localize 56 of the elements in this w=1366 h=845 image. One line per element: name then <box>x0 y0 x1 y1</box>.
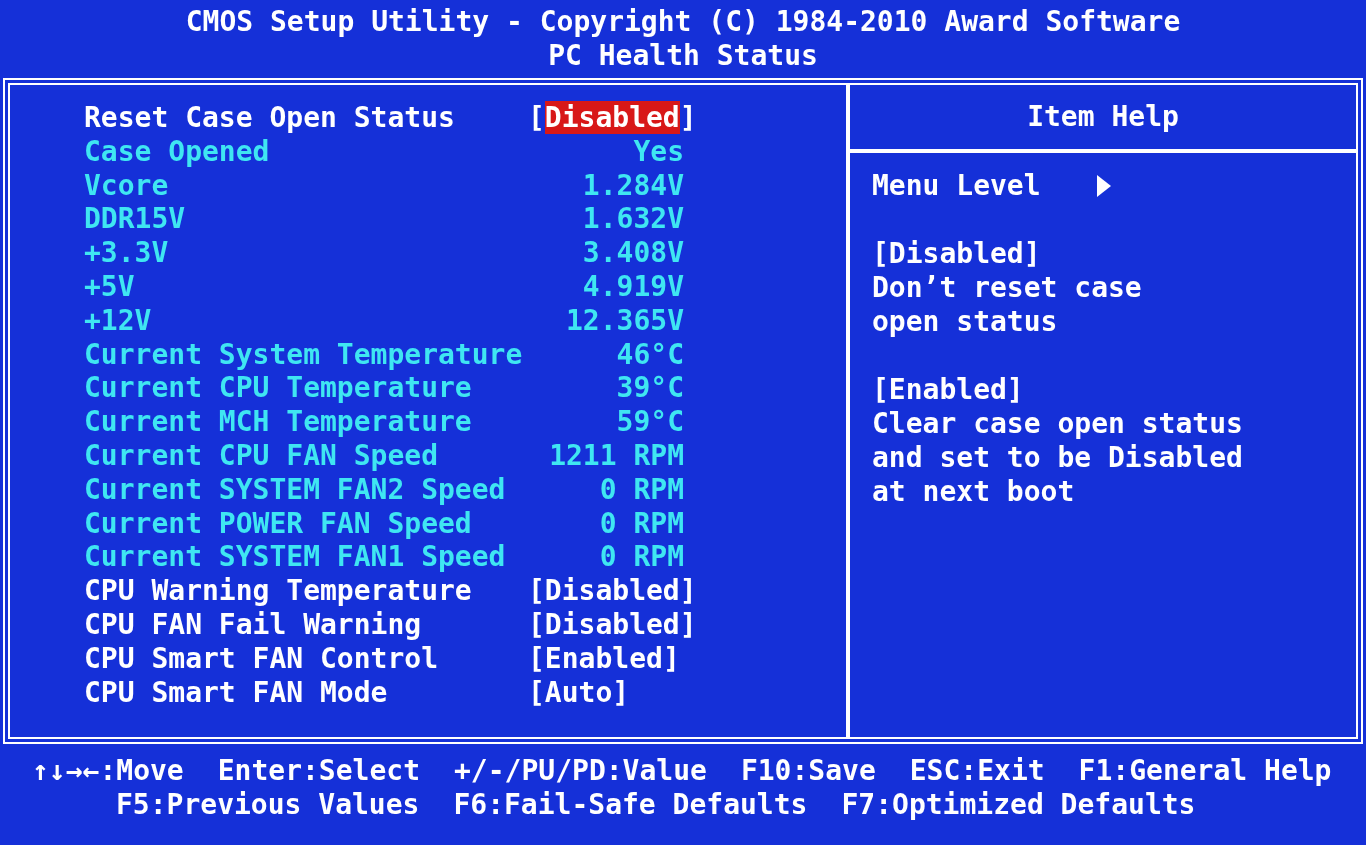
key-hint: ↑↓→←:Move <box>32 754 184 788</box>
setting-label[interactable]: CPU Smart FAN Control <box>84 641 528 676</box>
help-heading: [Disabled] <box>872 237 1042 271</box>
help-heading: [Enabled] <box>872 373 1025 407</box>
sensor-value: 59°C <box>616 405 684 439</box>
help-text: and set to be Disabled <box>872 441 1244 475</box>
help-text: Clear case open status <box>872 407 1244 441</box>
setting-label[interactable]: Reset Case Open Status <box>84 101 528 135</box>
sensor-value: 1211 RPM <box>549 438 684 473</box>
sensor-label: Current SYSTEM FAN1 Speed <box>84 540 507 575</box>
help-title: Item Help <box>1027 100 1179 134</box>
sensor-value: 0 RPM <box>599 540 684 575</box>
key-hint: +/-/PU/PD:Value <box>454 754 707 788</box>
screen-title: CMOS Setup Utility - Copyright (C) 1984-2010 Award Software <box>185 5 1181 39</box>
menu-level-label: Menu Level <box>872 169 1041 203</box>
sensor-label: Vcore <box>84 168 170 203</box>
setting-label[interactable]: CPU FAN Fail Warning <box>84 607 528 642</box>
setting-label[interactable]: CPU Warning Temperature <box>84 574 528 608</box>
help-text: at next boot <box>872 475 1076 509</box>
sensor-label: Current CPU FAN Speed <box>84 438 439 473</box>
sensor-value: 1.284V <box>582 168 684 203</box>
setting-value[interactable]: [Disabled] <box>528 574 697 608</box>
key-hint: Enter:Select <box>217 754 420 788</box>
help-text: open status <box>872 305 1059 339</box>
sensor-value: 4.919V <box>582 270 684 304</box>
sensor-label: +3.3V <box>84 236 170 270</box>
setting-value[interactable]: [Auto] <box>528 675 630 710</box>
key-hint: F5:Previous Values <box>116 788 420 822</box>
sensor-label: +12V <box>84 303 153 338</box>
sensor-label: +5V <box>84 270 136 304</box>
sensor-value: Yes <box>633 134 684 169</box>
sensor-value: 0 RPM <box>599 506 684 541</box>
key-hint: F1:General Help <box>1078 754 1332 788</box>
key-hint: F10:Save <box>740 754 876 788</box>
sensor-label: Current System Temperature <box>84 337 524 372</box>
key-hint: F6:Fail-Safe Defaults <box>453 788 808 822</box>
setting-value[interactable]: [Enabled] <box>528 641 680 676</box>
sensor-label: Case Opened <box>84 134 271 169</box>
sensor-value: 12.365V <box>566 303 684 338</box>
sensor-value: 39°C <box>616 371 684 406</box>
setting-label[interactable]: CPU Smart FAN Mode <box>84 675 528 710</box>
sensor-label: Current MCH Temperature <box>84 405 473 439</box>
sensor-value: 1.632V <box>582 202 684 237</box>
sensor-label: Current CPU Temperature <box>84 371 473 406</box>
page-title: PC Health Status <box>548 39 818 73</box>
sensor-value: 3.408V <box>582 236 684 270</box>
sensor-label: Current SYSTEM FAN2 Speed <box>84 472 507 507</box>
sensor-value: 46°C <box>616 337 684 372</box>
key-hint: ESC:Exit <box>909 754 1045 788</box>
help-text: Don’t reset case <box>872 271 1143 305</box>
sensor-label: DDR15V <box>84 202 187 237</box>
sensor-value: 0 RPM <box>599 472 684 507</box>
sensor-label: Current POWER FAN Speed <box>84 506 473 541</box>
setting-value[interactable]: [Disabled] <box>528 607 697 642</box>
key-hint: F7:Optimized Defaults <box>841 788 1196 822</box>
triangle-icon <box>1096 175 1111 197</box>
